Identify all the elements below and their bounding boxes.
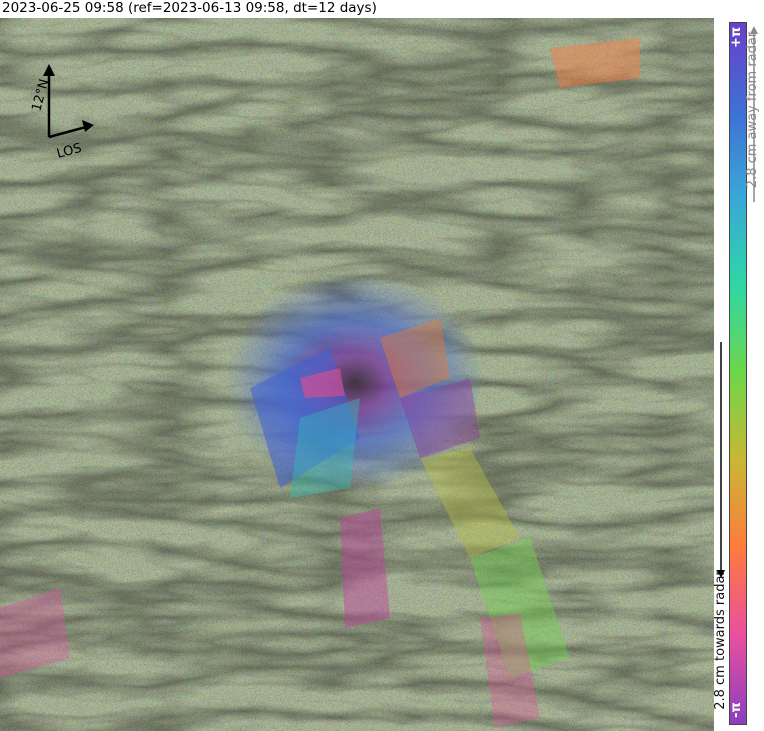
interferogram-map: 12°N LOS [0, 18, 714, 731]
los-label: LOS [55, 141, 83, 162]
colorbar-min-label: -π [729, 702, 744, 718]
orientation-arrows: 12°N LOS [29, 64, 94, 162]
colorbar-arrows-left [717, 342, 725, 578]
image-title: 2023-06-25 09:58 (ref=2023-06-13 09:58, … [2, 0, 377, 16]
colorbar-arrows [750, 26, 758, 202]
phase-image [0, 18, 714, 731]
